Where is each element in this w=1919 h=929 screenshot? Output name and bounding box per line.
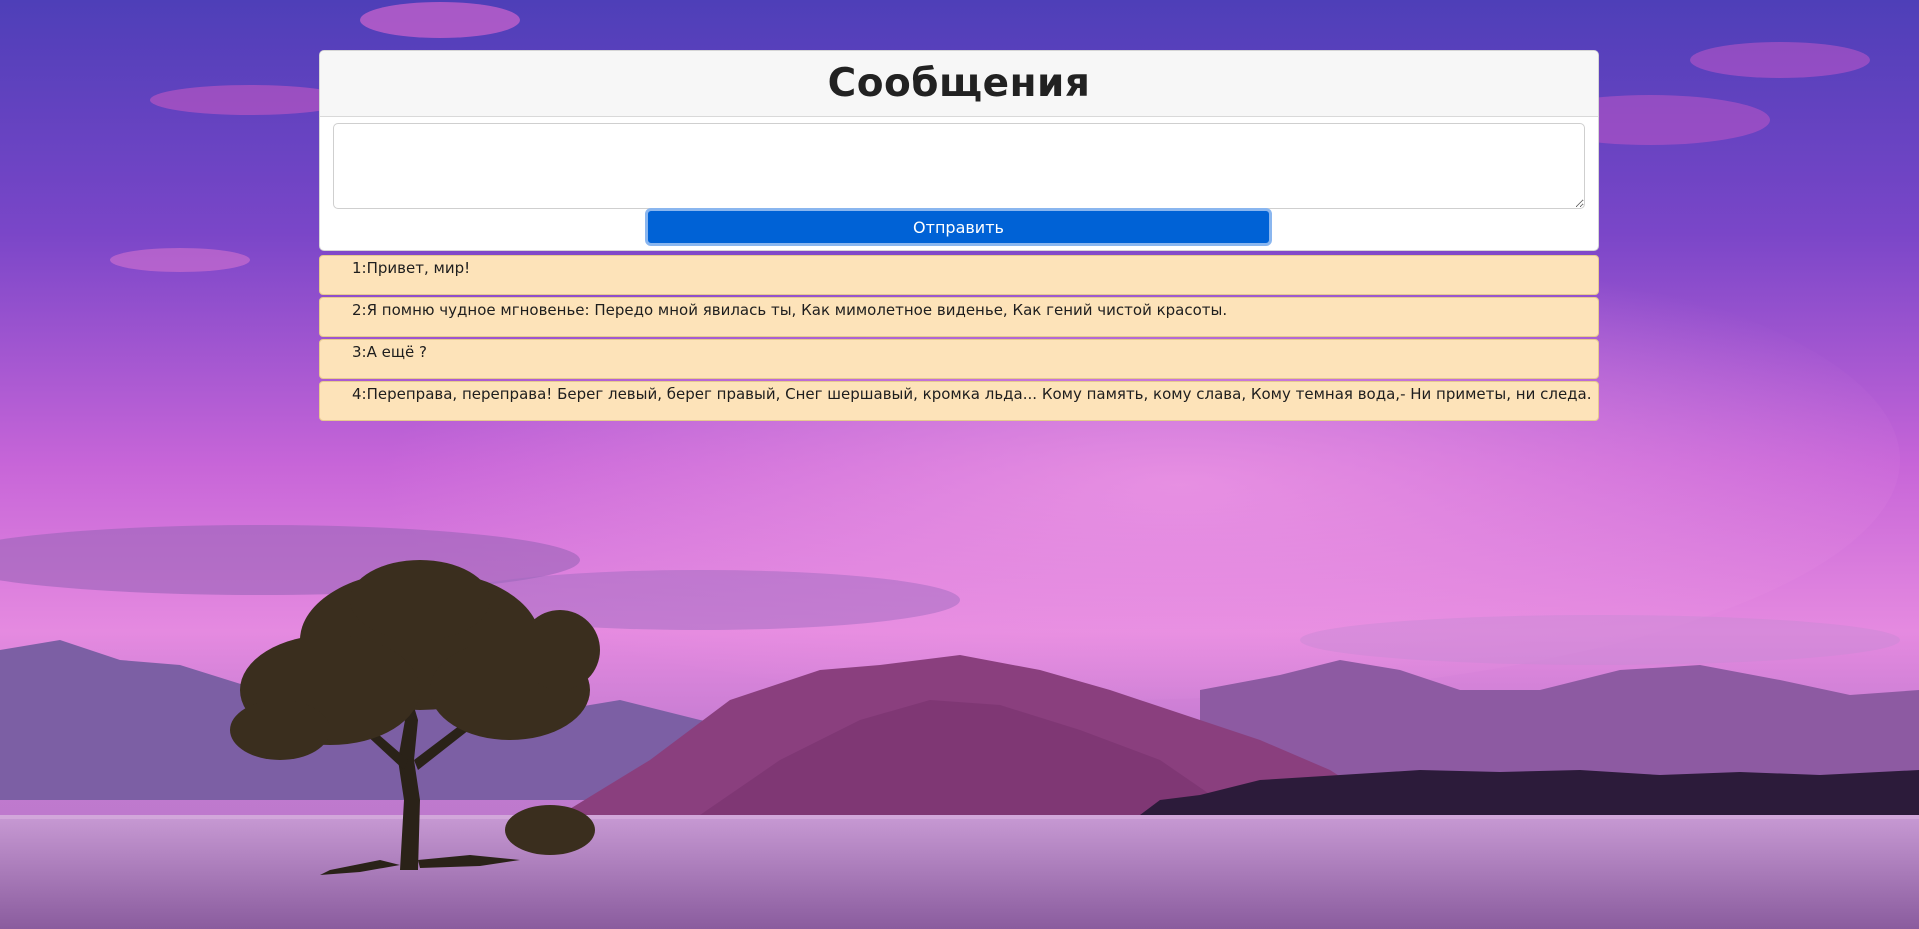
list-item: 1: Привет, мир! (319, 255, 1599, 295)
message-number: 4 (352, 385, 362, 403)
list-item: 2: Я помню чудное мгновенье: Передо мной… (319, 297, 1599, 337)
message-number: 2 (352, 301, 362, 319)
list-item: 3: А ещё ? (319, 339, 1599, 379)
messages-list: 1: Привет, мир! 2: Я помню чудное мгнове… (319, 255, 1599, 423)
message-input[interactable] (333, 123, 1585, 209)
message-number: 3 (352, 343, 362, 361)
message-text: Я помню чудное мгновенье: Передо мной яв… (366, 301, 1228, 319)
send-button[interactable]: Отправить (645, 208, 1272, 246)
message-text: А ещё ? (366, 343, 427, 361)
message-text: Привет, мир! (366, 259, 471, 277)
message-number: 1 (352, 259, 362, 277)
message-text: Переправа, переправа! Берег левый, берег… (366, 385, 1592, 403)
card-header: Сообщения (320, 51, 1598, 117)
list-item: 4: Переправа, переправа! Берег левый, бе… (319, 381, 1599, 421)
page-title: Сообщения (827, 61, 1091, 106)
